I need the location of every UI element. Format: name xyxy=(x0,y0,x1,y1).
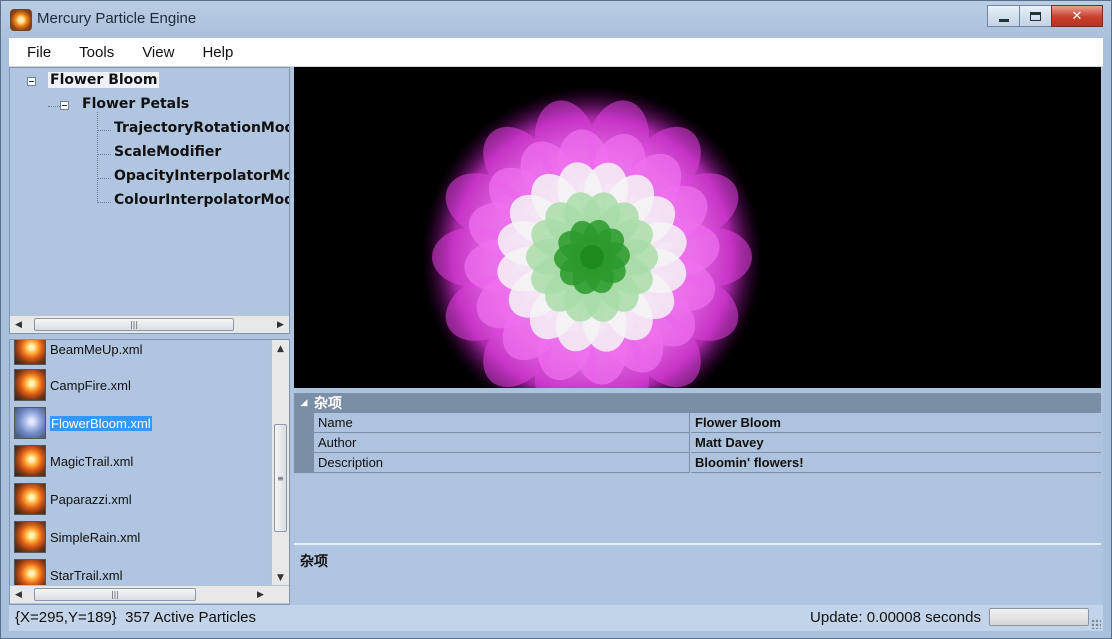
tree-node-modifier[interactable]: ScaleModifier xyxy=(114,144,221,160)
particle-effect-icon xyxy=(14,407,46,439)
maximize-button[interactable] xyxy=(1019,5,1052,27)
scroll-left-icon[interactable]: ◀ xyxy=(10,316,27,333)
minus-box-icon[interactable] xyxy=(27,77,36,86)
list-item[interactable]: SimpleRain.xml xyxy=(14,520,140,554)
file-name: CampFire.xml xyxy=(50,377,131,393)
file-name: FlowerBloom.xml xyxy=(50,415,152,431)
client-area: Flower Bloom Flower Petals TrajectoryRot… xyxy=(9,67,1103,607)
tree-connector xyxy=(97,112,98,203)
effect-file-list: BeamMeUp.xml CampFire.xml FlowerBloom.xm… xyxy=(9,339,290,605)
list-item-selected[interactable]: FlowerBloom.xml xyxy=(14,406,152,440)
file-list-vertical-scrollbar[interactable]: ▲ ≡ ▼ xyxy=(271,340,289,586)
tree-node-modifier[interactable]: OpacityInterpolatorMoc xyxy=(114,168,289,184)
status-coords: {X=295,Y=189} xyxy=(15,609,117,626)
scroll-thumb[interactable]: ||| xyxy=(34,588,196,601)
tree-node-root[interactable]: Flower Bloom xyxy=(48,72,160,88)
tree-connector xyxy=(97,178,111,179)
effect-tree: Flower Bloom Flower Petals TrajectoryRot… xyxy=(9,67,290,334)
tree-node-modifier[interactable]: ColourInterpolatorModi xyxy=(114,192,289,208)
property-row[interactable]: Description Bloomin' flowers! xyxy=(294,453,1101,473)
update-progress-bar xyxy=(989,608,1089,626)
menu-help[interactable]: Help xyxy=(184,44,243,61)
property-name: Description xyxy=(314,453,690,473)
scroll-right-icon[interactable]: ▶ xyxy=(252,586,269,603)
flower-core xyxy=(580,245,604,269)
property-name: Author xyxy=(314,433,690,453)
tree-node-modifier[interactable]: TrajectoryRotationMod xyxy=(114,120,289,136)
menu-view[interactable]: View xyxy=(124,44,184,61)
property-row[interactable]: Author Matt Davey xyxy=(294,433,1101,453)
minus-box-icon[interactable] xyxy=(60,101,69,110)
file-name: StarTrail.xml xyxy=(50,567,123,583)
tree-connector xyxy=(97,154,111,155)
file-name: BeamMeUp.xml xyxy=(50,341,143,357)
tree-node-emitter[interactable]: Flower Petals xyxy=(82,96,189,112)
particle-effect-icon xyxy=(14,445,46,477)
particle-effect-icon xyxy=(14,340,46,365)
row-gutter xyxy=(294,413,314,433)
scroll-left-icon[interactable]: ◀ xyxy=(10,586,27,603)
collapse-triangle-icon[interactable]: ◢ xyxy=(294,398,314,408)
property-category[interactable]: ◢ 杂项 xyxy=(294,393,1101,413)
close-icon: ✕ xyxy=(1071,8,1083,24)
list-item[interactable]: Paparazzi.xml xyxy=(14,482,132,516)
status-update-time: Update: 0.00008 seconds xyxy=(810,609,981,626)
file-list-horizontal-scrollbar[interactable]: ◀ ||| ▶ xyxy=(10,585,289,603)
list-item[interactable]: MagicTrail.xml xyxy=(14,444,133,478)
property-value[interactable]: Flower Bloom xyxy=(691,413,1101,433)
particle-effect-icon xyxy=(14,521,46,553)
close-button[interactable]: ✕ xyxy=(1051,5,1103,27)
row-gutter xyxy=(294,433,314,453)
file-name: SimpleRain.xml xyxy=(50,529,141,545)
scroll-down-icon[interactable]: ▼ xyxy=(272,569,289,586)
menu-tools[interactable]: Tools xyxy=(61,44,124,61)
scroll-thumb[interactable]: ||| xyxy=(34,318,234,331)
tree-connector xyxy=(48,106,60,107)
scroll-right-icon[interactable]: ▶ xyxy=(272,316,289,333)
minimize-icon xyxy=(998,18,1009,22)
list-item[interactable]: BeamMeUp.xml xyxy=(14,340,143,366)
particle-effect-icon xyxy=(14,369,46,401)
description-title: 杂项 xyxy=(300,554,328,570)
maximize-icon xyxy=(1030,11,1041,21)
list-item[interactable]: CampFire.xml xyxy=(14,368,131,402)
property-grid: ◢ 杂项 Name Flower Bloom Author Matt Davey… xyxy=(294,393,1101,541)
tree-connector xyxy=(97,130,111,131)
resize-grip-icon[interactable] xyxy=(1091,619,1101,629)
window-title: Mercury Particle Engine xyxy=(37,10,197,27)
caption-buttons: ✕ xyxy=(987,5,1103,27)
menu-file[interactable]: File xyxy=(9,44,61,61)
row-gutter xyxy=(294,453,314,473)
minimize-button[interactable] xyxy=(987,5,1020,27)
property-description-panel: 杂项 xyxy=(294,543,1101,607)
scroll-thumb[interactable]: ≡ xyxy=(274,424,287,532)
scroll-up-icon[interactable]: ▲ xyxy=(272,340,289,357)
menu-bar: File Tools View Help xyxy=(9,38,1103,67)
status-bar: {X=295,Y=189} 357 Active Particles Updat… xyxy=(9,605,1103,631)
particle-engine-icon xyxy=(10,9,32,31)
property-value[interactable]: Bloomin' flowers! xyxy=(691,453,1101,473)
property-value[interactable]: Matt Davey xyxy=(691,433,1101,453)
particle-effect-icon xyxy=(14,483,46,515)
status-particle-count: 357 Active Particles xyxy=(125,609,257,626)
title-bar[interactable]: Mercury Particle Engine ✕ xyxy=(1,1,1111,38)
app-window: Mercury Particle Engine ✕ File Tools Vie… xyxy=(0,0,1112,639)
property-row[interactable]: Name Flower Bloom xyxy=(294,413,1101,433)
particle-preview-viewport[interactable] xyxy=(294,67,1101,388)
tree-connector xyxy=(97,202,111,203)
status-left: {X=295,Y=189} 357 Active Particles xyxy=(15,609,256,626)
tree-horizontal-scrollbar[interactable]: ◀ ||| ▶ xyxy=(10,315,289,333)
file-name: MagicTrail.xml xyxy=(50,453,134,469)
property-name: Name xyxy=(314,413,690,433)
category-label: 杂项 xyxy=(314,396,342,412)
flower-bloom-render xyxy=(422,87,762,388)
file-name: Paparazzi.xml xyxy=(50,491,132,507)
